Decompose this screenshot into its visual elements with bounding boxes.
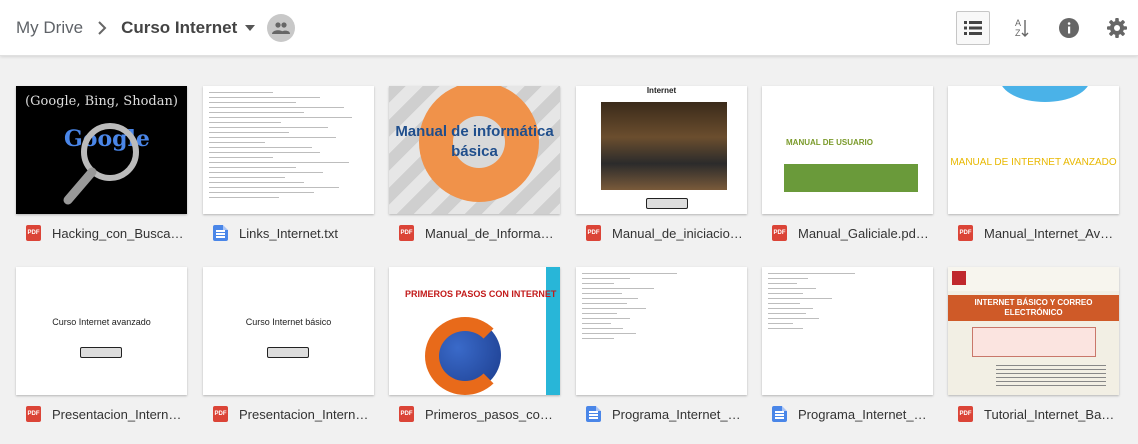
- chevron-right-icon: [97, 20, 111, 35]
- file-caption: PDF Primeros_pasos_co…: [389, 404, 560, 424]
- thumbnail-text: INTERNET BÁSICO Y CORREO ELECTRÓNICO: [948, 295, 1119, 321]
- thumbnail-text: MANUAL DE INTERNET AVANZADO: [950, 157, 1117, 168]
- file-caption: PDF Presentacion_Intern…: [203, 404, 374, 424]
- list-view-icon: [964, 21, 982, 35]
- file-tile[interactable]: INTERNET BÁSICO Y CORREO ELECTRÓNICO PDF…: [948, 267, 1119, 422]
- thumbnail-text: Curso Internet básico: [245, 317, 332, 327]
- thumbnail-text: PRIMEROS PASOS CON INTERNET: [405, 289, 557, 299]
- file-name: Links_Internet.txt: [239, 225, 338, 241]
- file-tile[interactable]: Programa_Internet_…: [762, 267, 933, 422]
- header-actions: A Z: [942, 0, 1138, 56]
- thumbnail-text: Manual de informática básica: [395, 123, 554, 160]
- pdf-icon: PDF: [26, 406, 41, 422]
- file-thumbnail: PRIMEROS PASOS CON INTERNET: [389, 267, 560, 395]
- thumbnail-text: MANUAL DE USUARIO: [786, 138, 873, 147]
- info-icon: [1059, 18, 1079, 38]
- file-caption: PDF Hacking_con_Busca…: [16, 223, 187, 243]
- file-caption: PDF Manual_Galiciale.pd…: [762, 223, 933, 243]
- file-name: Primeros_pasos_co…: [425, 406, 553, 422]
- file-thumbnail: Internet: [576, 86, 747, 214]
- file-thumbnail: MANUAL DE INTERNET AVANZADO: [948, 86, 1119, 214]
- cc-license-badge: [80, 347, 122, 358]
- text-doc-icon: [586, 406, 601, 422]
- thumbnail-text: (Google, Bing, Shodan): [25, 94, 178, 109]
- gear-icon: [1107, 18, 1127, 38]
- file-name: Manual_de_iniciacio…: [612, 225, 743, 241]
- file-tile[interactable]: Curso Internet avanzado PDF Presentacion…: [16, 267, 187, 422]
- file-tile[interactable]: Curso Internet básico PDF Presentacion_I…: [203, 267, 374, 422]
- list-view-button[interactable]: [956, 11, 990, 45]
- file-name: Manual_Galiciale.pd…: [798, 225, 929, 241]
- file-thumbnail: [203, 86, 374, 214]
- file-name: Presentacion_Intern…: [52, 406, 182, 422]
- pdf-icon: PDF: [399, 406, 414, 422]
- file-name: Tutorial_Internet_Ba…: [984, 406, 1115, 422]
- sort-button[interactable]: A Z: [1004, 11, 1038, 45]
- file-caption: PDF Manual_de_iniciacio…: [576, 223, 747, 243]
- top-bar: My Drive Curso Internet A Z: [0, 0, 1138, 56]
- text-doc-icon: [213, 225, 228, 241]
- file-thumbnail: MANUAL DE USUARIO: [762, 86, 933, 214]
- file-caption: Links_Internet.txt: [203, 223, 374, 243]
- file-tile[interactable]: (Google, Bing, Shodan) Google PDF Hackin…: [16, 86, 187, 241]
- file-tile[interactable]: Programa_Internet_…: [576, 267, 747, 422]
- file-caption: PDF Manual_de_Informa…: [389, 223, 560, 243]
- svg-text:A: A: [1015, 18, 1021, 28]
- text-doc-icon: [772, 406, 787, 422]
- file-name: Presentacion_Intern…: [239, 406, 369, 422]
- people-icon: [272, 21, 291, 34]
- thumbnail-text: Curso Internet avanzado: [52, 317, 151, 327]
- file-name: Manual_Internet_Av…: [984, 225, 1114, 241]
- file-thumbnail: Manual de informática básica: [389, 86, 560, 214]
- file-name: Hacking_con_Busca…: [52, 225, 184, 241]
- caret-down-icon[interactable]: [245, 24, 256, 31]
- file-name: Programa_Internet_…: [798, 406, 927, 422]
- shared-folder-badge[interactable]: [267, 13, 296, 42]
- file-tile[interactable]: Manual de informática básica PDF Manual_…: [389, 86, 560, 241]
- file-thumbnail: Curso Internet avanzado: [16, 267, 187, 395]
- file-thumbnail: (Google, Bing, Shodan) Google: [16, 86, 187, 214]
- pdf-icon: PDF: [958, 225, 973, 241]
- cc-license-badge: [267, 347, 309, 358]
- pdf-icon: PDF: [399, 225, 414, 241]
- pdf-icon: PDF: [772, 225, 787, 241]
- breadcrumb-my-drive[interactable]: My Drive: [16, 18, 83, 38]
- file-caption: PDF Presentacion_Intern…: [16, 404, 187, 424]
- settings-button[interactable]: [1100, 11, 1134, 45]
- cc-license-badge: [646, 198, 688, 209]
- pdf-icon: PDF: [26, 225, 41, 241]
- file-tile[interactable]: PRIMEROS PASOS CON INTERNET PDF Primeros…: [389, 267, 560, 422]
- magnifier-icon: [63, 123, 139, 205]
- file-caption: Programa_Internet_…: [762, 404, 933, 424]
- svg-text:Z: Z: [1015, 28, 1021, 38]
- file-thumbnail: [576, 267, 747, 395]
- breadcrumb-current-folder[interactable]: Curso Internet: [121, 18, 237, 38]
- file-tile[interactable]: MANUAL DE INTERNET AVANZADO PDF Manual_I…: [948, 86, 1119, 241]
- file-thumbnail: INTERNET BÁSICO Y CORREO ELECTRÓNICO: [948, 267, 1119, 395]
- file-tile[interactable]: Links_Internet.txt: [203, 86, 374, 241]
- file-tile[interactable]: Internet PDF Manual_de_iniciacio…: [576, 86, 747, 241]
- file-name: Programa_Internet_…: [612, 406, 741, 422]
- pdf-icon: PDF: [586, 225, 601, 241]
- thumbnail-text: Internet: [646, 86, 677, 95]
- file-caption: Programa_Internet_…: [576, 404, 747, 424]
- sort-az-icon: A Z: [1015, 18, 1029, 38]
- pdf-icon: PDF: [213, 406, 228, 422]
- file-name: Manual_de_Informa…: [425, 225, 554, 241]
- info-button[interactable]: [1052, 11, 1086, 45]
- file-tile[interactable]: MANUAL DE USUARIO PDF Manual_Galiciale.p…: [762, 86, 933, 241]
- pdf-icon: PDF: [958, 406, 973, 422]
- file-thumbnail: Curso Internet básico: [203, 267, 374, 395]
- file-caption: PDF Tutorial_Internet_Ba…: [948, 404, 1119, 424]
- file-thumbnail: [762, 267, 933, 395]
- file-caption: PDF Manual_Internet_Av…: [948, 223, 1119, 243]
